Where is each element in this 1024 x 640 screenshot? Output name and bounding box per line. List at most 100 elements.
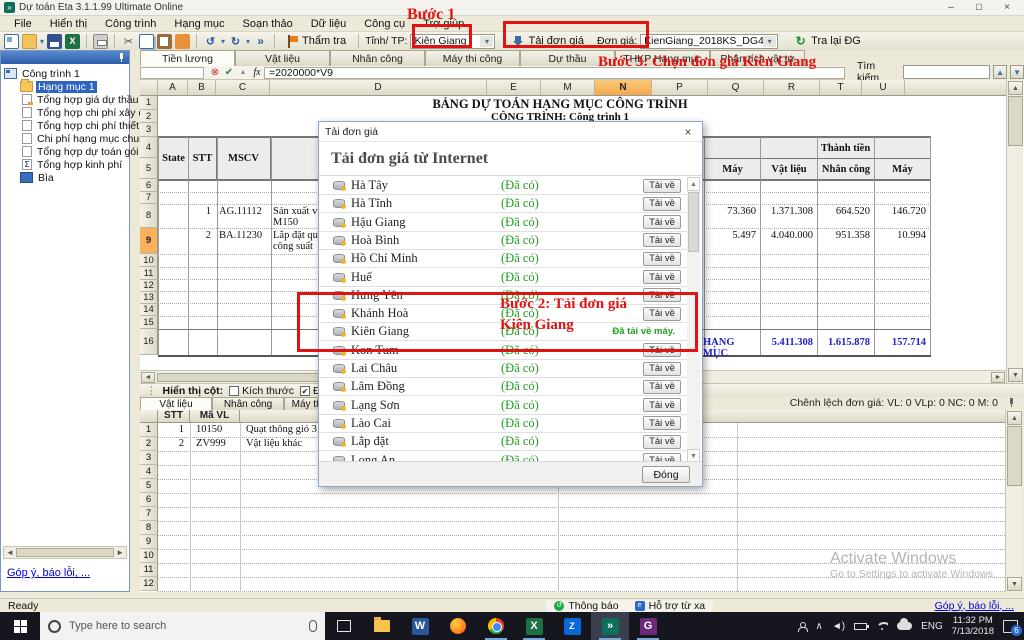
maximize-icon[interactable]: ▢	[972, 2, 986, 13]
row-header-8[interactable]: 8	[140, 204, 158, 228]
menu-item-công-trình[interactable]: Công trình	[97, 17, 164, 31]
cell-tt-may[interactable]: 10.994	[874, 230, 929, 241]
file-explorer-button[interactable]	[363, 612, 401, 640]
mat-row-header-12[interactable]: 12	[140, 577, 158, 591]
cut-icon[interactable]: ✂	[121, 34, 136, 49]
tai-ve-button[interactable]: Tải về	[643, 398, 681, 413]
tree-item-2[interactable]: Tổng hợp giá dự thầu	[4, 93, 138, 106]
undo-icon[interactable]: ↺	[203, 34, 218, 49]
mic-icon[interactable]	[309, 620, 317, 632]
tab-2[interactable]: Vật liệu	[235, 50, 330, 66]
mat-row-header-11[interactable]: 11	[140, 563, 158, 577]
tree-item-6[interactable]: Tổng hợp dự toán gói thầu	[4, 145, 162, 158]
chevron-down-icon[interactable]: ▾	[480, 35, 494, 47]
tree-item-1[interactable]: Hạng mục 1	[4, 79, 129, 93]
tai-ve-button[interactable]: Tải về	[643, 270, 681, 284]
tai-ve-button[interactable]: Tải về	[643, 434, 681, 449]
row-header-2[interactable]: 2	[140, 110, 158, 123]
minimize-icon[interactable]: –	[944, 2, 958, 13]
menu-item-công-cụ[interactable]: Công cụ	[356, 17, 413, 31]
mat-row-header-7[interactable]: 7	[140, 507, 158, 521]
mat-col-stt[interactable]: STT	[158, 410, 190, 423]
dong-button[interactable]: Đóng	[642, 466, 690, 483]
firefox-button[interactable]	[439, 612, 477, 640]
tai-ve-button[interactable]: Tải về	[643, 178, 681, 193]
tham-tra-button[interactable]: Thẩm tra	[281, 33, 352, 50]
chevron-down-icon[interactable]: ▾	[763, 35, 777, 47]
pin-icon[interactable]	[117, 53, 125, 62]
row-header-11[interactable]: 11	[140, 267, 158, 280]
sheet-vscrollbar[interactable]: ▲ ▼	[1006, 80, 1023, 383]
format-brush-icon[interactable]	[175, 33, 191, 49]
mat-col-ma[interactable]: Mã VL	[190, 410, 240, 423]
gpdf-button[interactable]: G	[629, 612, 667, 640]
column-header-M[interactable]: M	[541, 80, 595, 96]
tree-item-5[interactable]: Chi phí hạng mục chung	[4, 132, 151, 145]
column-header-E[interactable]: E	[487, 80, 541, 96]
search-down-button[interactable]: ▼	[1010, 65, 1024, 79]
close-icon[interactable]: ×	[1000, 2, 1014, 13]
redo-dropdown-icon[interactable]: ▾	[246, 37, 250, 46]
row-header-13[interactable]: 13	[140, 292, 158, 304]
mat-cell-stt[interactable]: 1	[158, 424, 188, 435]
feedback-link[interactable]: Góp ý, báo lỗi, ...	[7, 567, 90, 579]
mat-row-header-4[interactable]: 4	[140, 465, 158, 479]
column-header-Q[interactable]: Q	[708, 80, 764, 96]
chevron-up-icon[interactable]: ∧	[816, 621, 823, 632]
battery-icon[interactable]	[854, 622, 870, 630]
cell-mscv[interactable]: BA.11230	[219, 230, 271, 241]
scroll-up-icon[interactable]: ▲	[1008, 81, 1023, 95]
scroll-up-icon[interactable]: ▲	[1007, 411, 1022, 425]
row-header-6[interactable]: 6	[140, 179, 158, 192]
print-icon[interactable]	[93, 33, 109, 49]
column-header-U[interactable]: U	[862, 80, 905, 96]
tab-1[interactable]: Tiền lương	[140, 50, 235, 66]
tree-item-8[interactable]: Bìa	[4, 171, 129, 184]
mat-cell-ma[interactable]: ZV999	[193, 438, 239, 449]
row-header-7[interactable]: 7	[140, 192, 158, 204]
cancel-icon[interactable]: ⊗	[208, 67, 222, 78]
scroll-left-icon[interactable]: ◄	[141, 372, 155, 383]
cell-tt-may[interactable]: 146.720	[874, 206, 929, 217]
run-icon[interactable]: »	[253, 34, 268, 49]
tai-ve-button[interactable]: Tải về	[643, 379, 681, 394]
menu-item-file[interactable]: File	[6, 17, 40, 31]
task-view-button[interactable]	[325, 612, 363, 640]
copy-icon[interactable]	[139, 33, 155, 49]
row-header-14[interactable]: 14	[140, 304, 158, 316]
tai-ve-button[interactable]: Tải về	[643, 233, 681, 248]
tai-ve-button[interactable]: Tải về	[643, 196, 681, 211]
cell-stt[interactable]: 1	[188, 206, 214, 217]
wifi-icon[interactable]	[876, 622, 888, 631]
eta-button[interactable]: »	[591, 612, 629, 640]
scroll-left-icon[interactable]: ◄	[6, 548, 14, 557]
material-tab-2[interactable]: Nhân công	[212, 397, 284, 410]
mat-cell-ma[interactable]: 10150	[193, 424, 239, 435]
open-file-icon[interactable]	[22, 33, 37, 49]
tab-3[interactable]: Nhân công	[330, 50, 425, 66]
mat-cell-stt[interactable]: 2	[158, 438, 188, 449]
row-header-12[interactable]: 12	[140, 280, 158, 292]
excel-export-icon[interactable]: X	[65, 33, 81, 49]
tai-ve-button[interactable]: Tải về	[643, 215, 681, 230]
row-header-3[interactable]: 3	[140, 123, 158, 137]
mat-row-header-10[interactable]: 10	[140, 549, 158, 563]
tra-lai-dg-button[interactable]: ↻ Tra lại ĐG	[787, 32, 867, 51]
tree-item-7[interactable]: Σ Tổng hợp kinh phí	[4, 158, 129, 171]
material-tab-1[interactable]: Vật liệu	[140, 397, 212, 410]
undo-dropdown-icon[interactable]: ▾	[221, 37, 225, 46]
checkbox-1[interactable]	[229, 385, 240, 396]
word-button[interactable]: W	[401, 612, 439, 640]
chrome-button[interactable]	[477, 612, 515, 640]
menu-item-hạng-mục[interactable]: Hạng mục	[166, 17, 232, 31]
volume-icon[interactable]: ◄)	[832, 621, 845, 632]
menu-item-hiển-thị[interactable]: Hiển thị	[42, 17, 95, 31]
language-indicator[interactable]: ENG	[921, 621, 943, 632]
notifications-item[interactable]: ↺ Thông báo	[546, 599, 627, 612]
row-header-16[interactable]: 16	[140, 329, 158, 355]
tree-item-3[interactable]: Tổng hợp chi phí xây dựng	[4, 106, 163, 119]
search-up-button[interactable]: ▲	[993, 65, 1008, 79]
tai-ve-button[interactable]: Tải về	[643, 361, 681, 376]
cell-tt-nc[interactable]: 664.520	[817, 206, 873, 217]
mat-row-header-9[interactable]: 9	[140, 535, 158, 549]
